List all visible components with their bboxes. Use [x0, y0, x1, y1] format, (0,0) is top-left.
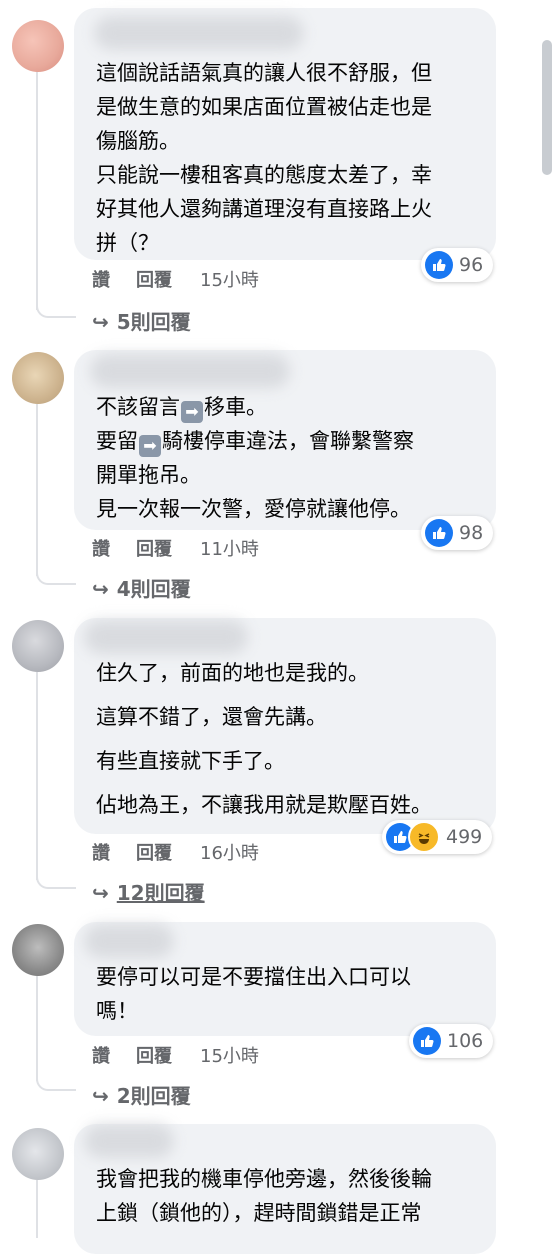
comment-text-line: 嗎！ — [96, 999, 138, 1023]
reply-arrow-icon: ↪ — [92, 1084, 109, 1108]
commenter-name-redacted[interactable] — [94, 16, 304, 50]
avatar[interactable] — [12, 20, 64, 72]
comment-text-line: 見一次報一次警，愛停就讓他停。 — [96, 497, 411, 521]
avatar[interactable] — [12, 924, 64, 976]
view-replies-link[interactable]: ↪ 4則回覆 — [92, 573, 191, 602]
comment-actions: 讚 回覆 15小時 — [92, 1042, 259, 1068]
comment-timestamp[interactable]: 16小時 — [200, 839, 259, 865]
comment-text-line: 有些直接就下手了。 — [96, 749, 285, 773]
like-button[interactable]: 讚 — [92, 839, 110, 865]
comment-timestamp[interactable]: 11小時 — [200, 535, 259, 561]
reaction-summary[interactable]: 96 — [421, 248, 494, 282]
comment-actions: 讚 回覆 16小時 — [92, 839, 259, 865]
reply-button[interactable]: 回覆 — [136, 266, 172, 292]
comment-text-segment: 移車。 — [204, 395, 267, 419]
comment-bubble: 住久了，前面的地也是我的。 這算不錯了，還會先講。 有些直接就下手了。 佔地為王… — [74, 618, 496, 834]
reaction-summary[interactable]: 98 — [421, 516, 494, 550]
comment-text-line: 這算不錯了，還會先講。 — [96, 705, 327, 729]
comment-text-line: 我會把我的機車停他旁邊，然後後輪 — [96, 1167, 432, 1191]
comment-bubble: 這個說話語氣真的讓人很不舒服，但 是做生意的如果店面位置被佔走也是 傷腦筋。 只… — [74, 8, 496, 260]
like-button[interactable]: 讚 — [92, 266, 110, 292]
reply-button[interactable]: 回覆 — [136, 535, 172, 561]
commenter-name-redacted[interactable] — [84, 1124, 174, 1158]
like-button[interactable]: 讚 — [92, 1042, 110, 1068]
reaction-count: 96 — [459, 254, 484, 276]
like-thumb-icon — [413, 1027, 441, 1055]
view-replies-label: 5則回覆 — [116, 310, 191, 334]
comment-actions: 讚 回覆 11小時 — [92, 535, 259, 561]
reply-arrow-icon: ↪ — [92, 881, 109, 905]
view-replies-link[interactable]: ↪ 12則回覆 — [92, 877, 205, 906]
comment-text-line: 住久了，前面的地也是我的。 — [96, 661, 369, 685]
comment-text-line: 好其他人還夠講道理沒有直接路上火 — [96, 197, 432, 221]
reaction-count: 98 — [459, 522, 484, 544]
like-thumb-icon — [425, 251, 453, 279]
comment-text-line: 是做生意的如果店面位置被佔走也是 — [96, 95, 432, 119]
view-replies-label: 2則回覆 — [116, 1084, 191, 1108]
reply-button[interactable]: 回覆 — [136, 1042, 172, 1068]
reaction-summary[interactable]: 106 — [409, 1024, 494, 1058]
comment-text-line: 佔地為王，不讓我用就是欺壓百姓。 — [96, 793, 432, 817]
view-replies-link[interactable]: ↪ 2則回覆 — [92, 1080, 191, 1109]
comment-text-line: 要留 ➡ 騎樓停車違法，會聯繫警察 — [96, 426, 414, 457]
reaction-count: 106 — [447, 1030, 484, 1052]
thread-line — [36, 1180, 38, 1238]
comment-text-line: 只能說一樓租客真的態度太差了，幸 — [96, 163, 432, 187]
right-arrow-emoji-icon: ➡ — [139, 435, 161, 457]
comment-actions: 讚 回覆 15小時 — [92, 266, 259, 292]
reply-button[interactable]: 回覆 — [136, 839, 172, 865]
reply-connector — [36, 1073, 76, 1091]
reply-connector — [36, 567, 76, 585]
comment-text-line: 拼（？ — [96, 231, 159, 255]
reply-arrow-icon: ↪ — [92, 310, 109, 334]
avatar[interactable] — [12, 352, 64, 404]
reply-connector — [36, 871, 76, 889]
view-replies-link[interactable]: ↪ 5則回覆 — [92, 306, 191, 335]
commenter-name-redacted[interactable] — [84, 620, 248, 654]
comment-text-segment: 不該留言 — [96, 395, 180, 419]
comment-bubble: 我會把我的機車停他旁邊，然後後輪 上鎖（鎖他的），趕時間鎖錯是正常 — [74, 1124, 496, 1254]
commenter-name-redacted[interactable] — [90, 354, 290, 388]
avatar[interactable] — [12, 620, 64, 672]
comment-text-line: 開單拖吊。 — [96, 463, 201, 487]
view-replies-label: 12則回覆 — [116, 881, 205, 905]
haha-emoji-icon — [408, 821, 440, 853]
scrollbar-thumb[interactable] — [542, 40, 552, 175]
avatar[interactable] — [12, 1128, 64, 1180]
right-arrow-emoji-icon: ➡ — [181, 401, 203, 423]
comment-text-line: 這個說話語氣真的讓人很不舒服，但 — [96, 61, 432, 85]
thread-line — [36, 672, 38, 880]
reply-connector — [36, 300, 76, 318]
view-replies-label: 4則回覆 — [116, 577, 191, 601]
reply-arrow-icon: ↪ — [92, 577, 109, 601]
reaction-summary[interactable]: 499 — [382, 820, 493, 854]
comment-text-line: 要停可以可是不要擋住出入口可以 — [96, 965, 411, 989]
thread-line — [36, 70, 38, 310]
thread-line — [36, 975, 38, 1081]
comment-text-line: 上鎖（鎖他的），趕時間鎖錯是正常 — [96, 1201, 422, 1225]
comment-text-segment: 騎樓停車違法，會聯繫警察 — [162, 429, 414, 453]
reaction-count: 499 — [446, 826, 483, 848]
thread-line — [36, 404, 38, 576]
comment-text-segment: 要留 — [96, 429, 138, 453]
like-thumb-icon — [425, 519, 453, 547]
comment-bubble: 不該留言 ➡ 移車。 要留 ➡ 騎樓停車違法，會聯繫警察 開單拖吊。 見一次報一次警，愛… — [74, 350, 496, 530]
comment-text-line: 傷腦筋。 — [96, 129, 180, 153]
comment-bubble: 要停可以可是不要擋住出入口可以 嗎！ — [74, 922, 496, 1036]
comment-timestamp[interactable]: 15小時 — [200, 266, 259, 292]
commenter-name-redacted[interactable] — [84, 924, 174, 958]
comment-text-line: 不該留言 ➡ 移車。 — [96, 392, 267, 423]
like-button[interactable]: 讚 — [92, 535, 110, 561]
comment-timestamp[interactable]: 15小時 — [200, 1042, 259, 1068]
